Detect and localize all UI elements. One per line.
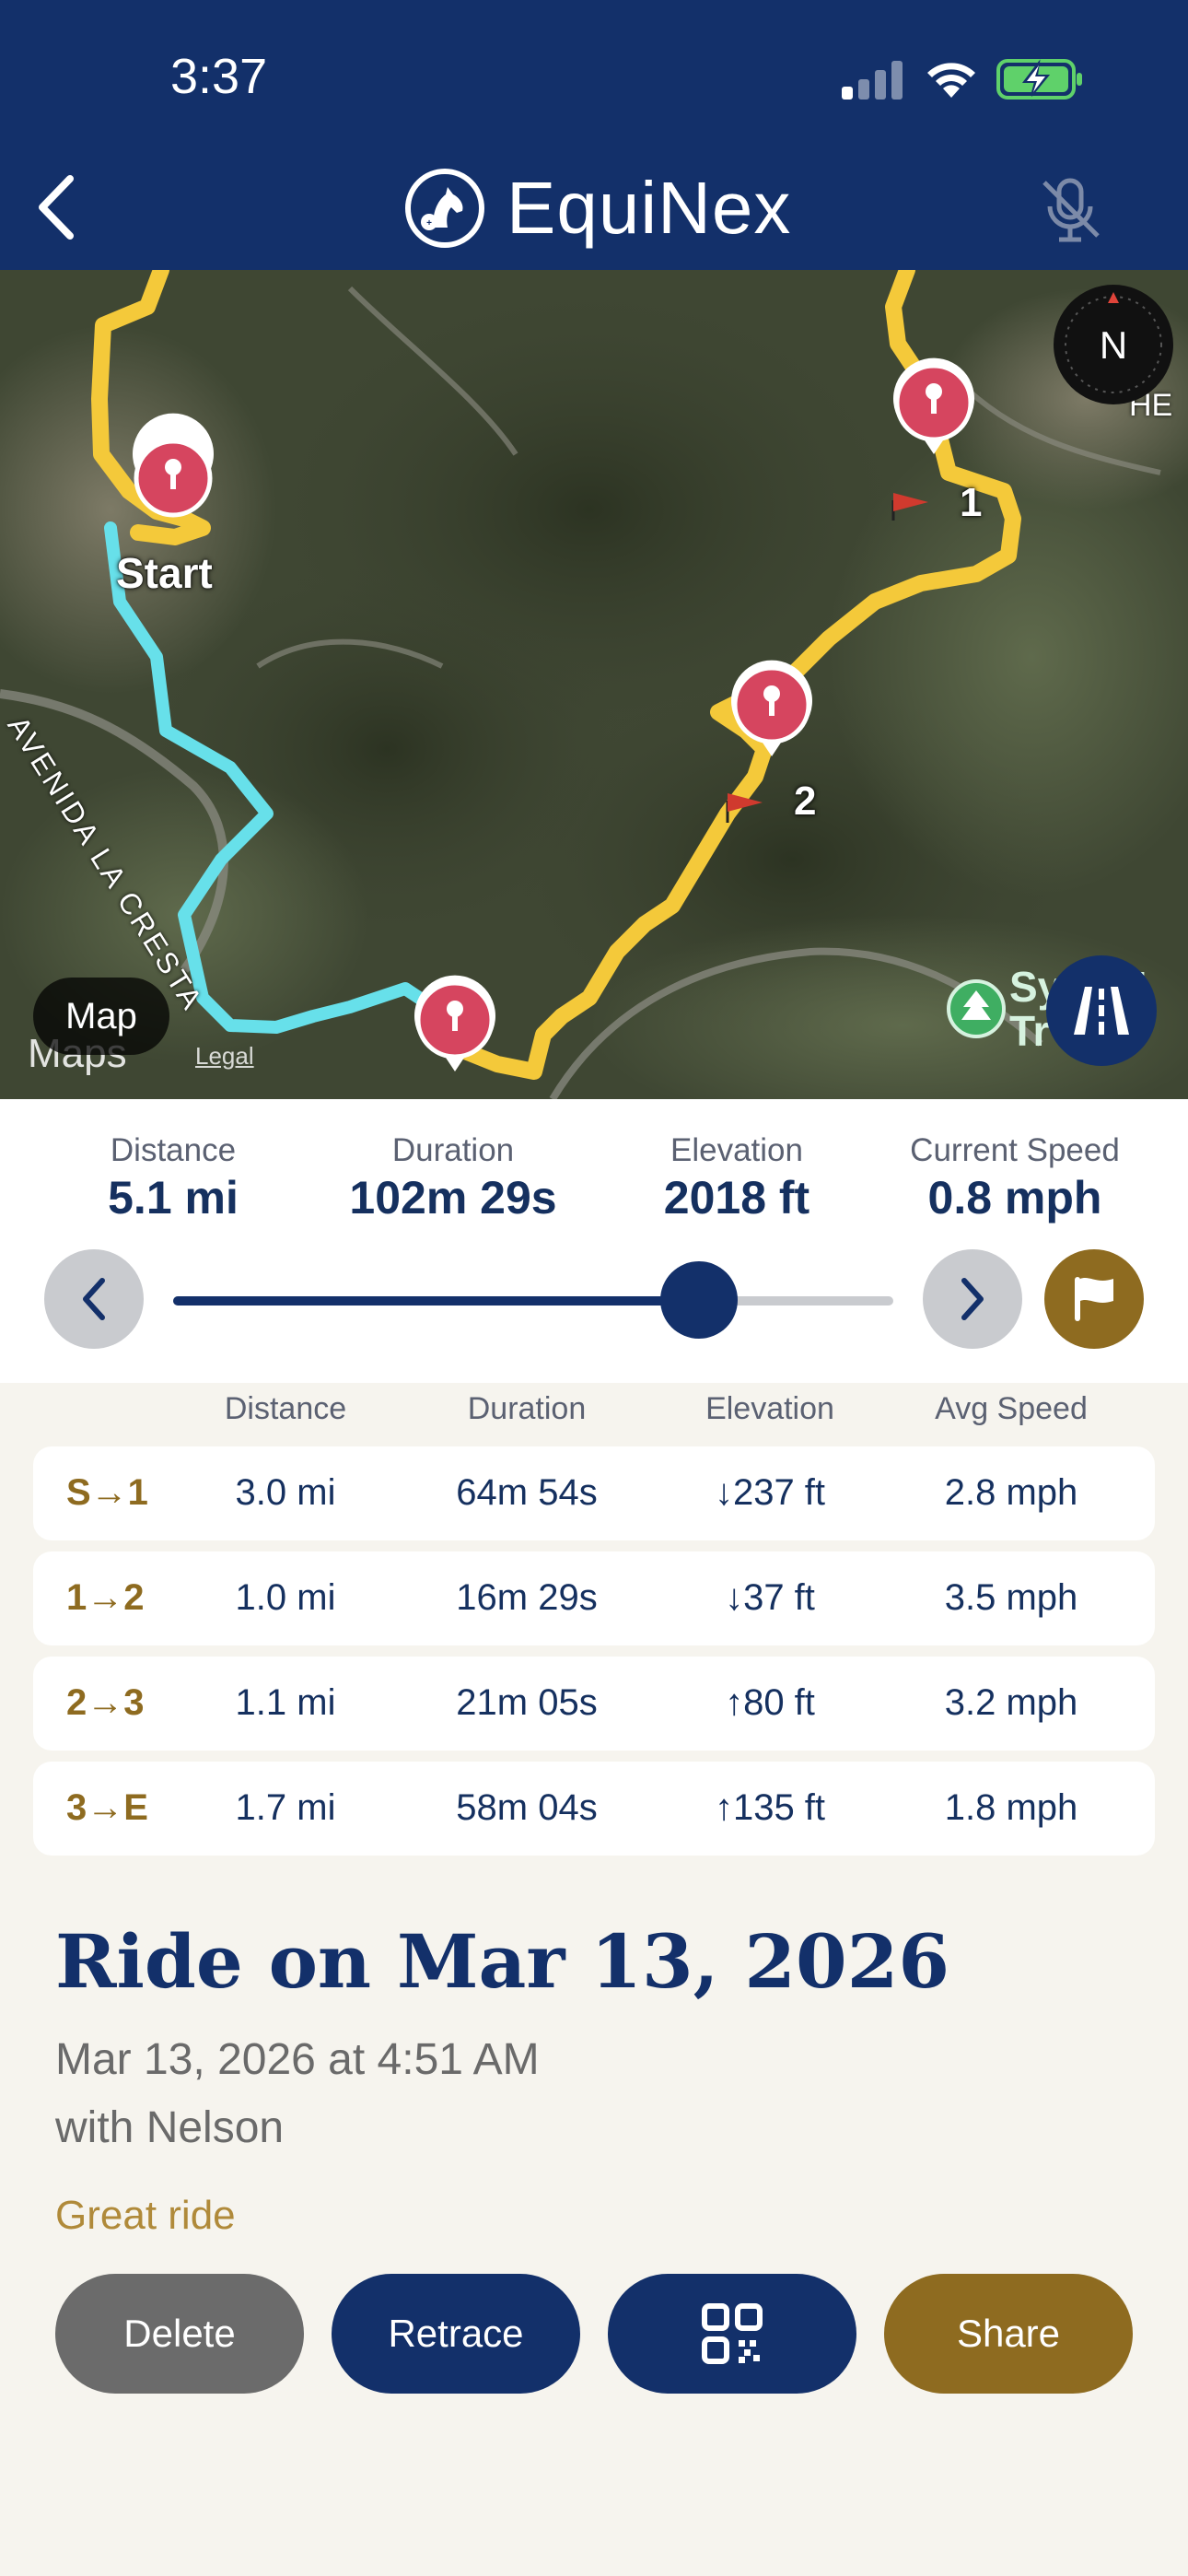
ride-map[interactable]: Start 1 2 AVENIDA LA CRESTA HE SyN Trea … — [0, 270, 1188, 1099]
cellular-signal-icon — [842, 61, 903, 100]
segment-elevation: ↑80 ft — [725, 1682, 815, 1723]
delete-button[interactable]: Delete — [55, 2274, 304, 2394]
segment-name: 2→3 — [66, 1682, 145, 1723]
park-poi-icon[interactable] — [947, 979, 1006, 1038]
mic-off-icon — [1042, 178, 1100, 242]
segment-header-duration: Duration — [467, 1391, 587, 1426]
map-type-button[interactable]: Map — [33, 978, 169, 1055]
add-marker-button[interactable] — [1044, 1249, 1144, 1349]
wifi-icon — [927, 63, 975, 98]
qr-code-icon — [702, 2303, 763, 2364]
segment-name: 3→E — [66, 1787, 148, 1828]
legal-link[interactable]: Legal — [195, 1042, 254, 1071]
compass-button[interactable]: N — [1052, 283, 1175, 406]
stat-elevation: Elevation 2018 ft — [626, 1132, 847, 1224]
stat-distance: Distance 5.1 mi — [81, 1132, 265, 1224]
segment-avg-speed: 3.5 mph — [944, 1577, 1078, 1618]
battery-charging-icon — [996, 59, 1082, 100]
back-button[interactable] — [28, 166, 83, 249]
segment-table-header: Distance Duration Elevation Avg Speed — [0, 1391, 1188, 1437]
segment-avg-speed: 1.8 mph — [944, 1787, 1078, 1828]
ride-notes[interactable]: Great ride — [55, 2193, 608, 2231]
stat-value: 0.8 mph — [927, 1172, 1102, 1224]
segment-elevation: ↓237 ft — [714, 1472, 826, 1513]
segment-header-elevation: Elevation — [705, 1391, 834, 1426]
waypoint-label-2: 2 — [794, 779, 817, 824]
app-name: EquiNex — [507, 167, 792, 249]
segment-name: S→1 — [66, 1472, 148, 1513]
segment-elevation: ↑135 ft — [714, 1787, 826, 1828]
flag-icon — [1075, 1277, 1113, 1321]
chevron-left-icon — [39, 175, 74, 240]
segment-avg-speed: 2.8 mph — [944, 1472, 1078, 1513]
waypoint-label-1: 1 — [960, 480, 983, 525]
segment-duration: 21m 05s — [456, 1682, 598, 1723]
svg-text:+: + — [426, 218, 432, 228]
horse-logo-icon: + — [405, 169, 484, 248]
stat-label: Duration — [391, 1132, 515, 1168]
segment-row[interactable]: S→1 3.0 mi 64m 54s ↓237 ft 2.8 mph — [33, 1446, 1155, 1540]
share-button[interactable]: Share — [884, 2274, 1133, 2394]
retrace-button[interactable]: Retrace — [332, 2274, 580, 2394]
segment-avg-speed: 3.2 mph — [944, 1682, 1078, 1723]
stat-label: Elevation — [670, 1132, 803, 1168]
next-point-button[interactable] — [923, 1249, 1022, 1349]
ride-title: Ride on Mar 13, 2026 — [55, 1918, 950, 2005]
segment-distance: 1.7 mi — [235, 1787, 336, 1828]
playback-slider[interactable] — [173, 1296, 893, 1306]
previous-point-button[interactable] — [44, 1249, 144, 1349]
map-pin-start[interactable] — [132, 413, 214, 518]
stat-value: 2018 ft — [663, 1172, 810, 1224]
segment-name: 1→2 — [66, 1577, 145, 1618]
playback-slider-fill — [173, 1296, 699, 1306]
stat-duration: Duration 102m 29s — [333, 1132, 573, 1224]
segment-header-avg-speed: Avg Speed — [935, 1391, 1088, 1426]
ride-stats-panel: Distance 5.1 mi Duration 102m 29s Elevat… — [0, 1099, 1188, 1383]
segment-duration: 16m 29s — [456, 1577, 598, 1618]
playback-slider-thumb[interactable] — [659, 1261, 738, 1339]
segment-header-distance: Distance — [224, 1391, 347, 1426]
mic-toggle-button[interactable] — [1033, 173, 1107, 247]
chevron-right-icon — [961, 1278, 984, 1320]
app-brand: + EquiNex — [405, 166, 791, 251]
ride-datetime: Mar 13, 2026 at 4:51 AM — [55, 2035, 540, 2084]
road-icon — [1074, 987, 1129, 1035]
segment-distance: 1.1 mi — [235, 1682, 336, 1723]
status-time: 3:37 — [170, 49, 268, 104]
top-bar: 3:37 + EquiNex — [0, 0, 1188, 270]
stat-current-speed: Current Speed 0.8 mph — [886, 1132, 1144, 1224]
segment-row[interactable]: 1→2 1.0 mi 16m 29s ↓37 ft 3.5 mph — [33, 1551, 1155, 1645]
road-view-button[interactable] — [1046, 955, 1157, 1066]
segment-elevation: ↓37 ft — [725, 1577, 815, 1618]
segment-row[interactable]: 2→3 1.1 mi 21m 05s ↑80 ft 3.2 mph — [33, 1657, 1155, 1751]
start-label: Start — [116, 549, 213, 597]
stat-label: Current Speed — [910, 1132, 1120, 1168]
svg-text:N: N — [1100, 323, 1127, 367]
segment-duration: 58m 04s — [456, 1787, 598, 1828]
stat-value: 5.1 mi — [108, 1172, 239, 1224]
ride-companion: with Nelson — [55, 2103, 285, 2152]
segment-distance: 3.0 mi — [235, 1472, 336, 1513]
segment-duration: 64m 54s — [456, 1472, 598, 1513]
compass-icon: N — [1054, 285, 1173, 404]
stat-label: Distance — [110, 1132, 237, 1168]
stat-value: 102m 29s — [349, 1172, 557, 1224]
qr-code-button[interactable] — [608, 2274, 856, 2394]
segment-distance: 1.0 mi — [235, 1577, 336, 1618]
chevron-left-icon — [83, 1278, 105, 1320]
segment-row[interactable]: 3→E 1.7 mi 58m 04s ↑135 ft 1.8 mph — [33, 1762, 1155, 1856]
